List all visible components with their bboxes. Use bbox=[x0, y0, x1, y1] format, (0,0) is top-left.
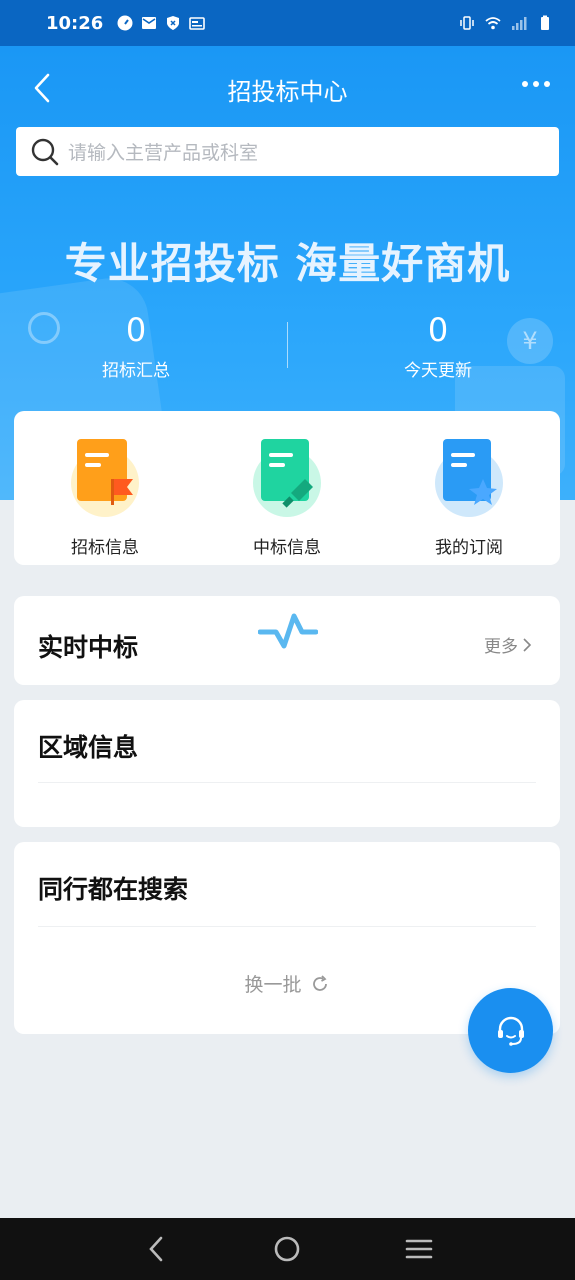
more-icon-dot bbox=[544, 81, 550, 87]
region-info-card: 区域信息 bbox=[14, 700, 560, 827]
more-icon-dot bbox=[533, 81, 539, 87]
stat-value: 0 bbox=[125, 311, 147, 349]
vibrate-icon bbox=[460, 16, 474, 30]
status-left-icons bbox=[117, 15, 206, 31]
section-title: 实时中标 bbox=[38, 633, 139, 662]
stat-label: 招标汇总 bbox=[102, 361, 170, 381]
category-card: 招标信息 中标信息 我的订阅 bbox=[14, 411, 560, 565]
chevron-right-icon bbox=[523, 637, 532, 652]
menu-icon bbox=[405, 1239, 433, 1259]
speed-icon bbox=[117, 15, 133, 31]
headset-icon bbox=[497, 1016, 524, 1046]
wifi-icon bbox=[485, 17, 501, 30]
back-triangle-icon bbox=[149, 1236, 163, 1262]
chevron-left-icon bbox=[34, 73, 50, 103]
system-menu-button[interactable] bbox=[399, 1229, 439, 1269]
slogan: 专业招投标 海量好商机 bbox=[64, 239, 511, 288]
refresh-label: 换一批 bbox=[244, 974, 302, 996]
system-home-button[interactable] bbox=[267, 1229, 307, 1269]
section-title: 区域信息 bbox=[38, 733, 139, 762]
category-label: 我的订阅 bbox=[435, 538, 503, 558]
more-icon-dot bbox=[522, 81, 528, 87]
award-info-icon bbox=[253, 439, 321, 517]
home-circle-icon bbox=[275, 1236, 300, 1262]
stat-value: 0 bbox=[427, 311, 449, 349]
status-right-icons bbox=[459, 15, 553, 31]
signal-icon bbox=[512, 17, 527, 30]
system-nav-bar bbox=[0, 1218, 575, 1280]
subscription-icon bbox=[435, 439, 503, 517]
realtime-award-card: 实时中标 更多 bbox=[14, 596, 560, 685]
nav-bar: 招投标中心 bbox=[0, 46, 575, 132]
category-label: 中标信息 bbox=[253, 538, 321, 558]
category-subscription[interactable]: 我的订阅 bbox=[378, 411, 560, 565]
category-bid-info[interactable]: 招标信息 bbox=[14, 411, 196, 565]
battery-icon bbox=[541, 15, 549, 30]
category-label: 招标信息 bbox=[71, 538, 139, 558]
stat-divider bbox=[287, 322, 288, 368]
stat-label: 今天更新 bbox=[404, 361, 472, 381]
refresh-icon bbox=[312, 974, 327, 991]
stat-today-updates[interactable]: 0 今天更新 bbox=[348, 310, 528, 381]
mail-icon bbox=[142, 17, 157, 29]
search-input[interactable]: 请输入主营产品或科室 bbox=[16, 127, 559, 176]
divider bbox=[38, 926, 536, 927]
page-title: 招投标中心 bbox=[227, 77, 348, 106]
back-button[interactable] bbox=[26, 72, 58, 104]
card-icon bbox=[189, 17, 206, 30]
system-back-button[interactable] bbox=[136, 1229, 176, 1269]
more-label: 更多 bbox=[484, 637, 518, 657]
bid-info-icon bbox=[71, 439, 139, 517]
search-placeholder: 请输入主营产品或科室 bbox=[68, 142, 259, 164]
category-award-info[interactable]: 中标信息 bbox=[196, 411, 378, 565]
more-button[interactable] bbox=[517, 70, 555, 98]
customer-service-button[interactable] bbox=[468, 988, 553, 1073]
status-time: 10:26 bbox=[46, 12, 104, 34]
shield-icon bbox=[167, 16, 180, 30]
section-title: 同行都在搜索 bbox=[38, 875, 189, 904]
stat-bid-summary[interactable]: 0 招标汇总 bbox=[46, 310, 226, 381]
refresh-button[interactable]: 换一批 bbox=[14, 970, 560, 997]
more-link[interactable]: 更多 bbox=[484, 632, 532, 657]
search-icon bbox=[31, 138, 59, 165]
divider bbox=[38, 782, 536, 783]
pulse-icon bbox=[258, 613, 318, 649]
status-bar: 10:26 bbox=[0, 0, 575, 46]
